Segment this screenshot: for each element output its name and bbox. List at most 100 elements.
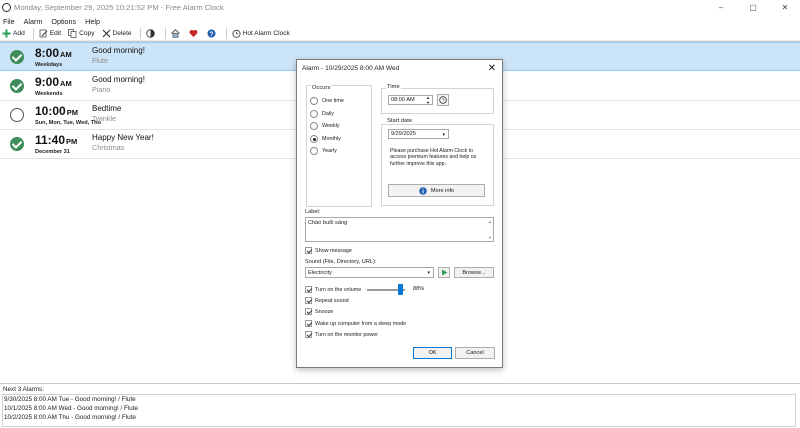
radio-daily[interactable]: Daily <box>310 110 334 118</box>
radio-button[interactable] <box>310 147 318 155</box>
help-button[interactable]: ? <box>205 28 220 40</box>
spin-arrows-icon[interactable]: ▲ ▼ <box>426 95 430 105</box>
maximize-button[interactable]: ▢ <box>737 0 769 15</box>
start-date-input[interactable]: 9/29/2025 ▾ <box>388 129 449 139</box>
disabled-check-icon[interactable] <box>10 108 24 122</box>
alarm-dialog: Alarm - 10/29/2025 8:00 AM Wed ✕ Occurs … <box>296 59 503 368</box>
checkbox-label: Turn on the monitor power <box>315 331 379 338</box>
radio-button[interactable] <box>310 97 318 105</box>
enabled-check-icon[interactable] <box>10 137 24 151</box>
menu-file[interactable]: File <box>3 17 15 26</box>
label-textarea[interactable]: Chào buổi sáng ▲ ▼ <box>305 217 494 242</box>
radio-weekly[interactable]: Weekly <box>310 122 340 130</box>
checkbox[interactable] <box>305 320 312 327</box>
info-icon <box>419 186 427 195</box>
repeat-sound-checkbox[interactable]: Repeat sound <box>305 297 349 304</box>
checkbox-label: Snooze <box>315 308 334 315</box>
checkbox[interactable] <box>305 331 312 338</box>
alarm-sound: Flute <box>92 56 108 65</box>
show-message-checkbox[interactable]: Show message <box>305 247 352 254</box>
delete-label: Delete <box>112 30 132 37</box>
radio-label: Monthly <box>322 136 341 142</box>
purchase-message: Please purchase Hot Alarm Clock to acces… <box>390 148 477 167</box>
checkbox[interactable] <box>305 308 312 315</box>
checkbox[interactable] <box>305 286 312 293</box>
plus-icon <box>2 29 11 38</box>
toolbar-separator <box>225 28 227 39</box>
alarm-sound: Christmas <box>92 143 125 152</box>
cancel-button[interactable]: Cancel <box>455 347 495 359</box>
list-item: 10/2/2025 8:00 AM Thu - Good morning! / … <box>4 414 136 421</box>
next-alarms-panel: Next 3 Alarms: 9/30/2025 8:00 AM Tue - G… <box>0 383 800 428</box>
occurs-group-title: Occurs <box>311 85 332 91</box>
clock-picker-button[interactable] <box>437 94 449 106</box>
alarm-time: 8:00AM <box>35 46 72 60</box>
home-icon <box>170 29 180 38</box>
add-button[interactable]: Add <box>0 28 27 40</box>
chevron-down-icon[interactable]: ▾ <box>427 270 430 276</box>
close-window-button[interactable]: ✕ <box>769 0 800 15</box>
scroll-down-icon[interactable]: ▼ <box>488 235 492 240</box>
toolbar-separator <box>164 28 166 39</box>
favorite-button[interactable] <box>187 28 202 40</box>
alarm-repeat-days: Weekdays <box>35 62 63 68</box>
chevron-down-icon[interactable]: ▾ <box>442 132 445 138</box>
window-title: Monday, September 29, 2025 10:21:52 PM -… <box>14 3 224 12</box>
toolbar-separator <box>32 28 34 39</box>
label-value: Chào buổi sáng <box>308 220 348 226</box>
alarm-label: Happy New Year! <box>92 133 154 142</box>
menu-help[interactable]: Help <box>85 17 100 26</box>
next-alarms-title: Next 3 Alarms: <box>3 386 44 393</box>
scroll-up-icon[interactable]: ▲ <box>488 219 492 224</box>
copy-icon <box>68 29 77 38</box>
edit-button[interactable]: Edit <box>37 28 63 40</box>
theme-toggle-button[interactable] <box>144 28 159 40</box>
checkbox[interactable] <box>305 297 312 304</box>
dialog-close-button[interactable]: ✕ <box>488 63 496 74</box>
checkbox[interactable] <box>305 247 312 254</box>
radio-one-time[interactable]: One time <box>310 97 344 105</box>
alarm-clock-icon <box>232 29 241 38</box>
home-button[interactable] <box>169 28 184 40</box>
snooze-checkbox[interactable]: Snooze <box>305 308 333 315</box>
radio-button-selected[interactable] <box>310 135 318 143</box>
sound-select[interactable]: Electricity ▾ <box>305 267 434 278</box>
add-label: Add <box>13 30 25 37</box>
edit-icon <box>39 29 48 38</box>
sound-title: Sound (File, Directory, URL): <box>305 259 377 265</box>
radio-monthly[interactable]: Monthly <box>310 135 341 143</box>
radio-yearly[interactable]: Yearly <box>310 147 337 155</box>
alarm-time: 10:00PM <box>35 104 78 118</box>
time-input[interactable]: 08:00 AM ▲ ▼ <box>388 95 433 105</box>
radio-button[interactable] <box>310 122 318 130</box>
minimize-button[interactable]: – <box>705 0 737 15</box>
alarm-repeat-days: December 31 <box>35 149 70 155</box>
menu-alarm[interactable]: Alarm <box>24 17 43 26</box>
enabled-check-icon[interactable] <box>10 50 24 64</box>
next-alarms-list: 9/30/2025 8:00 AM Tue - Good morning! / … <box>2 394 796 427</box>
browse-button[interactable]: Browse... <box>454 267 494 278</box>
radio-button[interactable] <box>310 110 318 118</box>
volume-slider-thumb[interactable] <box>398 284 403 295</box>
list-item: 10/1/2025 8:00 AM Wed - Good morning! / … <box>4 405 138 412</box>
enabled-check-icon[interactable] <box>10 79 24 93</box>
delete-button[interactable]: Delete <box>100 28 134 40</box>
wake-computer-checkbox[interactable]: Wake up computer from a sleep mode <box>305 320 406 327</box>
clock-app-icon <box>2 3 11 12</box>
hot-alarm-clock-button[interactable]: Hot Alarm Clock <box>230 28 292 40</box>
start-date-value: 9/29/2025 <box>391 131 416 137</box>
time-group-title: Time <box>386 84 401 90</box>
play-sound-button[interactable] <box>438 267 450 278</box>
more-info-button[interactable]: More info <box>388 184 485 197</box>
monitor-power-checkbox[interactable]: Turn on the monitor power <box>305 331 378 338</box>
checkbox-label: Turn on the volume <box>315 286 362 293</box>
copy-button[interactable]: Copy <box>66 28 96 40</box>
delete-x-icon <box>102 29 111 38</box>
turn-on-volume-checkbox[interactable]: Turn on the volume <box>305 286 361 293</box>
menu-options[interactable]: Options <box>51 17 76 26</box>
contrast-icon <box>145 29 155 38</box>
title-bar: Monday, September 29, 2025 10:21:52 PM -… <box>0 0 800 15</box>
ok-button[interactable]: OK <box>413 347 452 359</box>
alarm-sound: Piano <box>92 85 111 94</box>
svg-text:?: ? <box>209 31 213 38</box>
